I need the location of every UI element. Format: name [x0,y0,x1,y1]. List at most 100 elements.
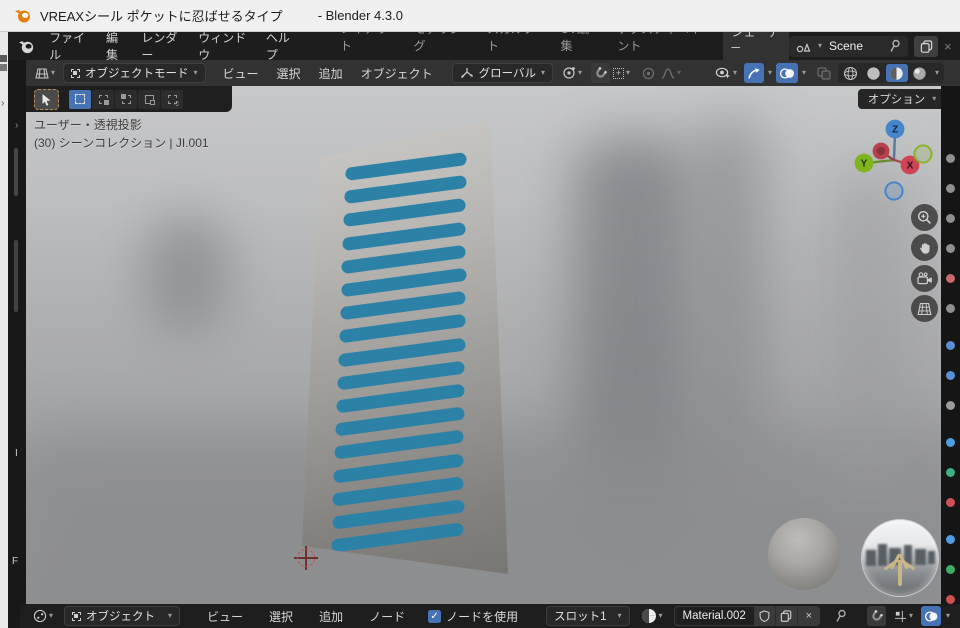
properties-tab-modifier-icon[interactable] [946,371,955,380]
magnet-icon [870,610,883,623]
show-overlays-toggle[interactable] [776,63,798,83]
chevron-down-icon[interactable]: ▾ [802,69,806,77]
chevron-down-icon[interactable]: ▾ [946,612,950,620]
proportional-falloff-dropdown[interactable]: ▾ [658,63,684,83]
chevron-down-icon[interactable]: ▾ [768,69,772,77]
shader-node-menu[interactable]: ノード [360,608,414,625]
properties-tab-constraints-icon[interactable] [946,468,955,477]
viewport-3d[interactable]: オプション ▾ ユーザー・透視投影 (30) シーンコレクション | JI.00… [26,86,941,604]
view-menu[interactable]: ビュー [214,65,268,82]
overlays-icon [779,67,795,80]
scene-selector[interactable]: ▾ Scene [789,36,908,57]
menu-edit[interactable]: 編集 [99,27,134,65]
transform-orientation-dropdown[interactable]: グローバル ▾ [452,63,553,83]
menu-file[interactable]: ファイル [42,27,99,65]
properties-tab-render-icon[interactable] [946,184,955,193]
chevron-down-icon[interactable]: ▾ [935,69,939,77]
pin-icon[interactable] [834,609,847,623]
proportional-edit-toggle[interactable] [639,63,658,83]
mode-dropdown[interactable]: オブジェクトモード ▾ [63,63,206,83]
shader-select-menu[interactable]: 選択 [260,608,302,625]
chevron-down-icon: ▾ [168,612,172,620]
shader-view-menu[interactable]: ビュー [198,608,252,625]
properties-tab-viewlayer-icon[interactable] [946,244,955,253]
editor-type-button[interactable]: ▾ [32,63,58,83]
material-name-field[interactable]: Material.002 [674,606,754,626]
chevron-down-icon: ▾ [194,69,198,77]
properties-tab-world-icon[interactable] [946,304,955,313]
proportional-icon [642,67,655,80]
snap-toggle[interactable] [591,63,610,83]
visibility-dropdown[interactable]: ▾ [712,63,740,83]
gizmo-axis-neg-y[interactable] [914,145,931,162]
pivot-point-dropdown[interactable]: ▾ [559,63,585,83]
show-gizmo-toggle[interactable] [744,63,764,83]
active-tool-select-box-button[interactable] [34,89,59,110]
properties-tab-texture-icon[interactable] [946,565,955,574]
camera-view-button[interactable] [911,265,938,292]
3d-cursor [294,546,318,570]
select-menu[interactable]: 選択 [268,65,310,82]
properties-tab-data-icon[interactable] [946,498,955,507]
xray-toggle[interactable] [814,63,834,83]
gray-sphere-object[interactable] [768,518,840,590]
select-mode-intersect-button[interactable] [161,90,183,109]
pan-button[interactable] [911,234,938,261]
select-mode-extend-button[interactable] [92,90,114,109]
show-overlays-toggle[interactable] [921,606,941,626]
window-titlebar: VREAXシール ポケットに忍ばせるタイプ - Blender 4.3.0 [0,0,960,32]
add-menu[interactable]: 追加 [310,65,352,82]
shader-add-menu[interactable]: 追加 [310,608,352,625]
falloff-curve-icon [661,68,675,79]
menu-window[interactable]: ウィンドウ [191,27,259,65]
options-dropdown[interactable]: オプション ▾ [858,89,941,109]
pin-icon[interactable] [888,39,901,53]
browse-material-dropdown[interactable]: ▾ [638,606,666,626]
shader-type-dropdown[interactable]: オブジェクト ▾ [64,606,180,626]
properties-tab-material-icon[interactable] [946,535,955,544]
properties-tab-scene-icon[interactable] [946,274,955,283]
object-menu[interactable]: オブジェクト [352,65,442,82]
select-mode-invert-button[interactable] [138,90,160,109]
editor-type-button[interactable]: ▾ [30,606,56,626]
chevron-down-icon: ▾ [818,42,822,50]
orthographic-toggle-button[interactable] [911,295,938,322]
snap-with-dropdown[interactable]: + ▾ [610,63,633,83]
shading-material-icon[interactable] [886,64,908,82]
properties-tab-physics-icon[interactable] [946,438,955,447]
use-nodes-checkbox[interactable]: ✓ [428,610,441,623]
shader-editor-icon [33,609,47,623]
unlink-material-button[interactable]: × [798,606,820,626]
zoom-button[interactable] [911,204,938,231]
scrollbar[interactable] [14,240,18,312]
select-mode-new-button[interactable] [69,90,91,109]
properties-tab-output-icon[interactable] [946,214,955,223]
select-mode-subtract-button[interactable] [115,90,137,109]
gizmo-axis-neg-z[interactable] [885,182,902,199]
navigation-gizmo[interactable]: Z Y X [848,110,940,202]
sticker-sheet-object[interactable] [302,120,508,574]
properties-tab-misc-icon[interactable] [946,595,955,604]
fake-user-button[interactable] [754,606,776,626]
properties-tab-tool-icon[interactable] [946,154,955,163]
new-material-button[interactable] [776,606,798,626]
chevron-down-icon: ▾ [909,612,913,620]
collection-label: (30) シーンコレクション | JI.001 [34,134,209,151]
menu-render[interactable]: レンダー [134,27,191,65]
shading-wireframe-icon[interactable] [840,64,862,82]
snap-node-dropdown[interactable]: ▾ [891,606,916,626]
shading-rendered-icon[interactable] [909,64,931,82]
menu-help[interactable]: ヘルプ [259,27,305,65]
slot-dropdown[interactable]: スロット1 ▾ [546,606,629,626]
snap-toggle[interactable] [867,606,886,626]
new-scene-button[interactable] [914,36,938,57]
app-version: - Blender 4.3.0 [318,8,403,23]
close-icon[interactable]: × [944,39,954,54]
properties-tab-object-icon[interactable] [946,341,955,350]
properties-tabs-sliver [941,86,960,604]
scrollbar[interactable] [14,148,18,196]
shading-solid-icon[interactable] [863,64,885,82]
background-blur-blob [826,166,911,506]
properties-tab-particles-icon[interactable] [946,401,955,410]
chevron-right-icon[interactable]: › [15,120,18,131]
